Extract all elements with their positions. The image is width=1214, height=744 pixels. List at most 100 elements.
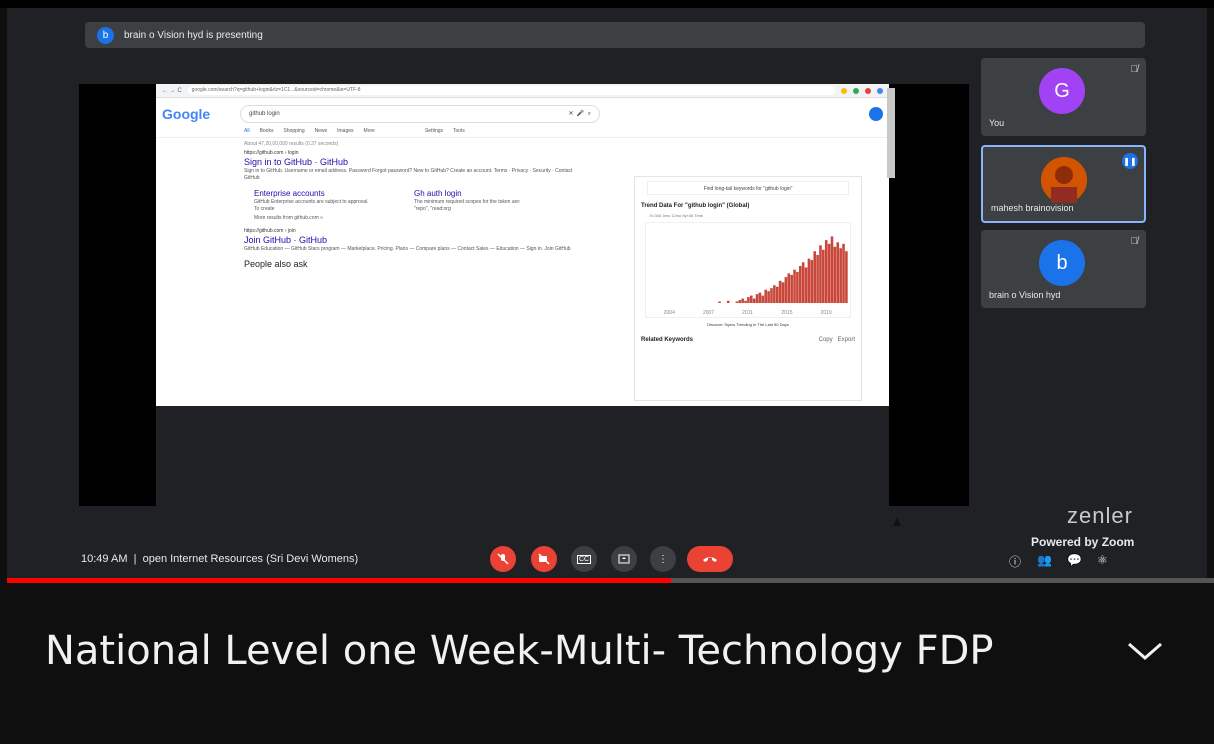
trend-tick-label: 2015 <box>781 310 792 316</box>
google-tab: Settings <box>424 127 444 134</box>
mic-off-icon: 🎙̸ <box>1130 64 1139 75</box>
separator: | <box>133 553 137 565</box>
result-title: Join GitHub · GitHub <box>244 235 328 245</box>
search-query: github login <box>249 111 280 117</box>
mouse-cursor-icon: ▲ <box>890 513 904 529</box>
trend-bar <box>799 266 802 303</box>
url-bar: google.com/search?q=github+login&rlz=1C1… <box>187 86 835 95</box>
camera-off-icon <box>538 553 550 565</box>
trend-bar <box>747 297 750 303</box>
trend-bar <box>741 298 744 303</box>
video-title: National Level one Week-Multi- Technolog… <box>45 628 994 674</box>
extension-icon <box>877 87 883 94</box>
participant-tile-brain[interactable]: b 🎙̸ brain o Vision hyd <box>981 230 1146 308</box>
participant-tile-mahesh[interactable]: ❚❚ mahesh brainovision <box>981 145 1146 223</box>
google-tab: News <box>314 127 328 134</box>
copy-export: Copy Export <box>819 337 855 343</box>
presenter-avatar: b <box>97 26 114 44</box>
meeting-info: 10:49 AM | open Internet Resources (Sri … <box>81 553 358 565</box>
mic-off-icon <box>497 553 509 565</box>
meet-window: b brain o Vision hyd is presenting ← → C… <box>7 8 1207 583</box>
trend-bar <box>767 291 770 303</box>
mic-off-icon: 🎙̸ <box>1130 236 1139 247</box>
info-icon[interactable]: ⓘ <box>1009 553 1021 570</box>
avatar: b <box>1039 240 1085 286</box>
export-label: Export <box>837 337 855 343</box>
trend-bar <box>758 292 762 303</box>
more-results: More results from github.com » <box>254 215 323 221</box>
trend-bar <box>755 294 759 303</box>
trend-bar <box>770 288 773 303</box>
trend-bar <box>744 300 747 303</box>
trend-bar <box>764 289 767 303</box>
trend-bar <box>726 300 730 303</box>
shared-screen-area: ← → C google.com/search?q=github+login&r… <box>79 84 969 506</box>
trend-bar <box>781 282 785 303</box>
activities-icon[interactable]: ⚛ <box>1097 553 1108 567</box>
zenler-logo: zenler <box>1067 503 1133 528</box>
trend-bar <box>752 298 756 303</box>
google-search-box: github login ✕ 🎤 ⌕ <box>240 105 600 123</box>
related-keywords: Related Keywords Copy Export <box>635 327 861 353</box>
avatar: G <box>1039 68 1085 114</box>
sublink-snippet: The minimum required scopes for the toke… <box>414 199 521 212</box>
participant-name: mahesh brainovision <box>991 203 1074 213</box>
trend-bar <box>845 251 848 303</box>
end-call-icon <box>703 557 717 562</box>
account-icon <box>869 107 883 121</box>
trend-tick-label: 2007 <box>703 310 714 316</box>
mic-off-button[interactable] <box>490 546 516 572</box>
google-header: Google github login ✕ 🎤 ⌕ <box>156 98 889 124</box>
trend-bar <box>836 242 840 303</box>
trend-bar <box>790 274 793 303</box>
result-sublinks: Enterprise accounts GitHub Enterprise ac… <box>254 188 576 213</box>
panel-button: Find long-tail keywords for "github logi… <box>647 181 849 195</box>
present-button[interactable] <box>611 546 637 572</box>
sublink-snippet: GitHub Enterprise accounts are subject t… <box>254 199 369 212</box>
presenting-banner: b brain o Vision hyd is presenting <box>85 22 1145 48</box>
result-url: https://github.com › join <box>244 228 296 234</box>
google-tab: Shopping <box>283 127 305 134</box>
copy-label: Copy <box>818 337 833 343</box>
related-title: Related Keywords <box>641 337 694 343</box>
people-icon[interactable]: 👥 <box>1037 553 1052 567</box>
sublink: Gh auth login The minimum required scope… <box>414 188 534 213</box>
trend-chart-svg: 2004 2007 2011 2015 2019 <box>664 236 848 316</box>
google-tab: More <box>363 127 375 134</box>
trend-bar <box>833 246 837 303</box>
trend-bar <box>775 286 779 303</box>
avatar <box>1041 157 1087 203</box>
trend-bar <box>816 254 819 303</box>
trend-bar <box>750 295 753 303</box>
more-options-button[interactable]: ⋮ <box>650 546 676 572</box>
extension-icon <box>853 87 859 94</box>
video-player[interactable]: b brain o Vision hyd is presenting ← → C… <box>0 0 1214 744</box>
extension-icon <box>841 87 847 94</box>
camera-off-button[interactable] <box>531 546 557 572</box>
captions-button[interactable]: CC <box>571 546 597 572</box>
trend-bar <box>824 240 828 303</box>
search-result: https://github.com › login Sign in to Gi… <box>156 150 576 222</box>
trend-bar <box>761 295 765 303</box>
trend-bar <box>842 243 845 303</box>
end-call-button[interactable] <box>687 546 733 572</box>
result-title: Sign in to GitHub · GitHub <box>244 157 349 167</box>
result-snippet: GitHub Education — GitHub Stars program … <box>244 246 571 252</box>
scrollbar <box>887 88 895 178</box>
participant-name: brain o Vision hyd <box>989 290 1061 300</box>
trend-tick-label: 2011 <box>742 310 753 316</box>
chevron-down-icon[interactable] <box>1125 636 1165 666</box>
trend-bar <box>819 245 822 303</box>
trend-title: Trend Data For "github login" (Global) <box>641 203 750 209</box>
result-url: https://github.com › login <box>244 150 299 156</box>
google-tab: Tools <box>453 127 465 134</box>
participant-tile-you[interactable]: G 🎙̸ You <box>981 58 1146 136</box>
trend-bar <box>813 251 816 303</box>
shared-screen-bottom <box>156 406 889 506</box>
progress-bar[interactable] <box>7 578 1214 583</box>
trend-bar <box>793 269 796 303</box>
chat-icon[interactable]: 💬 <box>1067 553 1082 567</box>
present-icon <box>618 554 630 564</box>
speaking-icon: ❚❚ <box>1122 153 1138 169</box>
google-tab: Images <box>337 127 354 134</box>
